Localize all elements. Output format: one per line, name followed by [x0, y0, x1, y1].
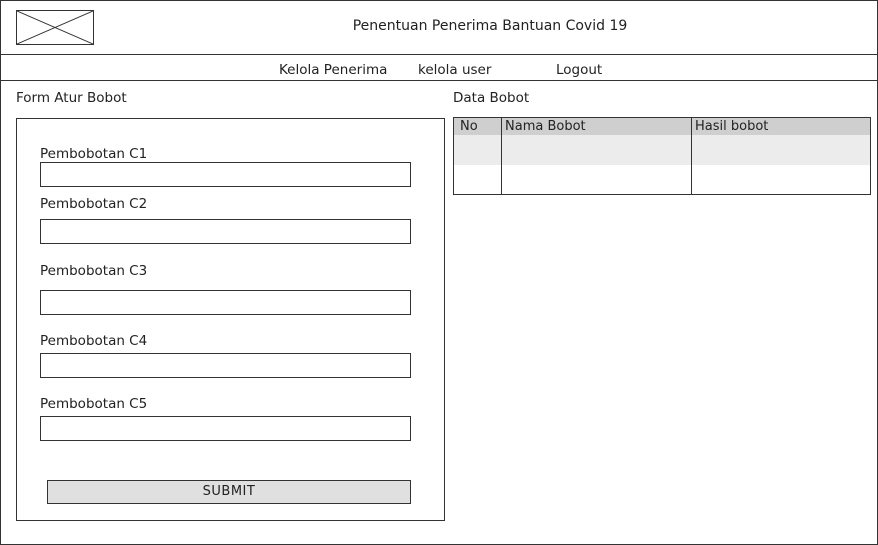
input-c2[interactable]: [40, 219, 411, 244]
table-row: [454, 165, 870, 194]
input-c1[interactable]: [40, 162, 411, 187]
column-header-no: No: [460, 119, 478, 134]
app-title: Penentuan Penerima Bantuan Covid 19: [352, 18, 628, 34]
field-label-c1: Pembobotan C1: [40, 146, 148, 162]
field-label-c3: Pembobotan C3: [40, 263, 148, 279]
logo-placeholder-icon: [16, 10, 94, 45]
column-divider: [691, 118, 692, 194]
nav-divider: [0, 80, 878, 81]
submit-button[interactable]: SUBMIT: [47, 480, 411, 504]
column-divider: [501, 118, 502, 194]
input-c3[interactable]: [40, 290, 411, 315]
column-header-nama-bobot: Nama Bobot: [505, 119, 586, 134]
table-row: [454, 135, 870, 165]
field-label-c4: Pembobotan C4: [40, 333, 148, 349]
header-divider: [0, 54, 878, 55]
data-bobot-table: No Nama Bobot Hasil bobot: [453, 117, 871, 195]
nav-kelola-user[interactable]: kelola user: [418, 62, 491, 78]
nav-kelola-penerima[interactable]: Kelola Penerima: [279, 62, 387, 78]
table-title: Data Bobot: [453, 90, 530, 106]
column-header-hasil-bobot: Hasil bobot: [695, 119, 769, 134]
input-c4[interactable]: [40, 353, 411, 378]
input-c5[interactable]: [40, 416, 411, 441]
form-title: Form Atur Bobot: [16, 90, 127, 106]
nav-logout[interactable]: Logout: [556, 62, 602, 78]
field-label-c5: Pembobotan C5: [40, 396, 148, 412]
field-label-c2: Pembobotan C2: [40, 196, 148, 212]
